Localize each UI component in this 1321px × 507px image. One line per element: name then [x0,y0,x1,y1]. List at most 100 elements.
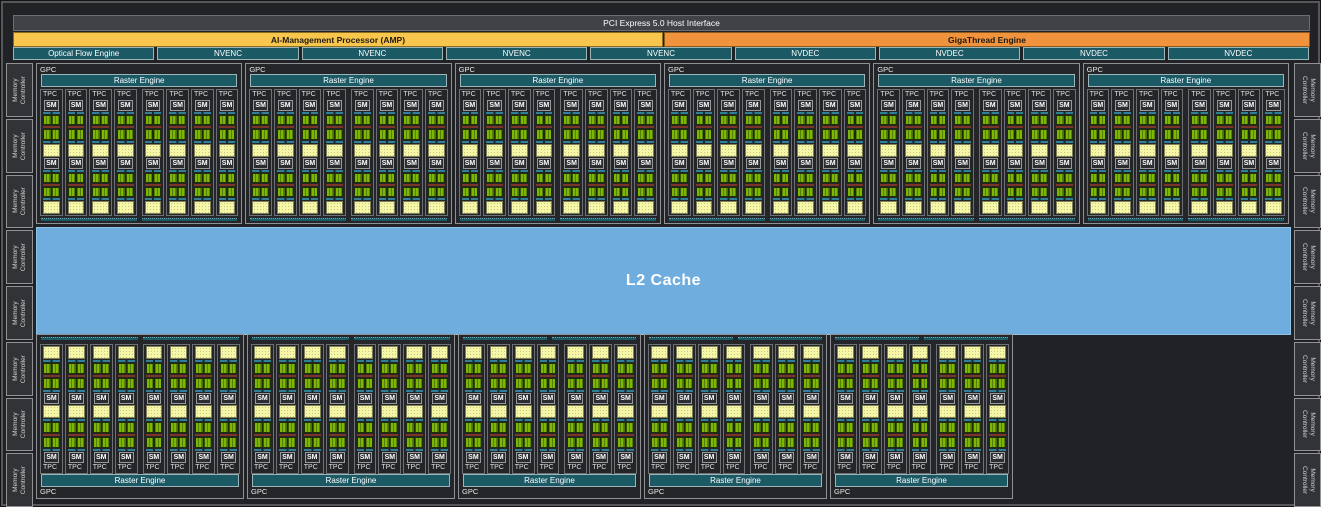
gpc-box: SMSMTPCSMSMTPCSMSMTPCSMSMTPCSMSMTPCSMSMT… [644,334,827,499]
sm-core-array [465,437,482,448]
sm-texture-bar [1241,126,1258,128]
sm-cache-bar [68,198,85,200]
sm-texture-bar [252,126,269,128]
sm-rt-core [1164,144,1181,157]
sm-core-array [964,422,981,433]
sm-rt-core [588,144,605,157]
raster-engine-bar: Raster Engine [1088,74,1284,87]
sm-core-array [145,115,162,125]
sm-label: SM [955,100,970,111]
sm-core-array [68,437,85,448]
tpc-box: TPCSMSM [560,89,583,216]
sm-block: SM [821,100,840,157]
sm-block: SM [193,158,212,215]
sm-label: SM [407,393,422,404]
sm-cache-bar [511,141,528,143]
sm-scheduler-bar [93,390,110,392]
tpc-box: SMSMTPC [192,344,215,474]
sm-rt-core [912,346,929,359]
sm-cache-bar [1191,141,1208,143]
sm-rt-core [1056,144,1073,157]
sm-scheduler-bar [170,390,187,392]
sm-rt-core [617,346,634,359]
sm-texture-bar [880,126,897,128]
sm-label: SM [358,393,373,404]
sm-core-array [847,173,864,183]
sm-cache-bar [1216,141,1233,143]
sm-core-array [511,115,528,125]
sm-texture-bar [43,434,60,436]
sm-scheduler-bar [726,449,743,451]
tpc-box: SMSMTPC [750,344,773,474]
sm-label: SM [327,100,342,111]
sm-label: SM [69,393,84,404]
sm-core-array [43,173,60,183]
sm-texture-bar [329,375,346,377]
gpc-box: SMSMTPCSMSMTPCSMSMTPCSMSMTPCSMSMTPCSMSMT… [458,334,641,499]
sm-texture-bar [490,434,507,436]
sm-core-array [567,378,584,389]
sm-core-array [563,173,580,183]
sm-core-array [1056,129,1073,139]
sm-label: SM [1165,158,1180,169]
sm-block: SM [1240,100,1259,157]
sm-texture-bar [68,434,85,436]
interconnect-bar [924,337,1008,340]
sm-label: SM [823,158,838,169]
sm-core-array [773,129,790,139]
gpc-interconnect-bars [878,218,1074,221]
sm-block: SM [1264,100,1283,157]
memory-controller-block: Memory Controller [6,175,33,229]
tpc-label: TPC [719,91,738,99]
sm-block: SM [802,405,821,463]
memory-controller-label: Memory Controller [11,288,27,338]
sm-scheduler-bar [254,390,271,392]
sm-texture-bar [930,126,947,128]
sm-core-array [302,187,319,197]
sm-core-array [1139,115,1156,125]
sm-texture-bar [277,184,294,186]
sm-block: SM [514,346,533,404]
sm-label: SM [1217,158,1232,169]
sm-block: SM [67,100,86,157]
sm-core-array [773,173,790,183]
sm-rt-core [1241,144,1258,157]
sm-cache-bar [145,198,162,200]
tpc-box: SMSMTPC [403,344,426,474]
sm-cache-bar [43,198,60,200]
sm-texture-bar [778,434,795,436]
sm-rt-core [403,201,420,214]
sm-texture-bar [651,434,668,436]
sm-cache-bar [753,360,770,362]
sm-core-array [146,422,163,433]
sm-cache-bar [465,419,482,421]
sm-label: SM [983,158,998,169]
sm-core-array [563,129,580,139]
sm-texture-bar [252,184,269,186]
sm-block: SM [116,100,135,157]
tpc-label: TPC [145,464,164,472]
sm-core-array [145,173,162,183]
tpc-row: TPCSMSMTPCSMSMTPCSMSMTPCSMSMTPCSMSMTPCSM… [877,89,1075,216]
sm-scheduler-bar [982,112,999,114]
tpc-label: TPC [616,464,635,472]
sm-block: SM [510,100,529,157]
nvdec-block: NVDEC [735,47,876,60]
sm-texture-bar [254,375,271,377]
sm-rt-core [428,201,445,214]
sm-label: SM [614,100,629,111]
sm-core-array [982,173,999,183]
sm-block: SM [988,346,1007,404]
sm-cache-bar [462,198,479,200]
sm-core-array [170,437,187,448]
tpc-label: TPC [591,464,610,472]
sm-texture-bar [1191,184,1208,186]
sm-scheduler-bar [1090,170,1107,172]
sm-scheduler-bar [379,170,396,172]
sm-core-array [939,437,956,448]
sm-label: SM [888,393,903,404]
sm-label: SM [568,452,583,463]
tpc-box: SMSMTPC [884,344,907,474]
sm-label: SM [614,158,629,169]
sm-core-array [1090,173,1107,183]
